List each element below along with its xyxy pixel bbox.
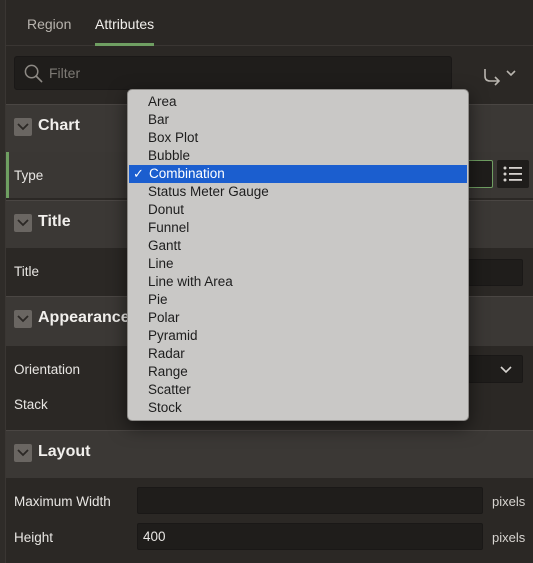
dropdown-option[interactable]: Stock: [128, 399, 468, 417]
dropdown-option-label: Radar: [148, 346, 185, 361]
list-icon: [503, 166, 522, 182]
dropdown-option[interactable]: Radar: [128, 345, 468, 363]
dropdown-option-label: Range: [148, 364, 188, 379]
layout-section-header[interactable]: Layout: [6, 430, 533, 478]
orientation-label: Orientation: [14, 362, 81, 377]
chevron-down-icon: [17, 449, 29, 457]
search-icon: [24, 64, 43, 83]
max-width-label: Maximum Width: [14, 494, 111, 509]
height-row: Height 400 pixels: [6, 520, 533, 556]
stack-label: Stack: [14, 397, 48, 412]
title-input[interactable]: [468, 259, 523, 286]
go-to-arrow-icon[interactable]: [481, 62, 521, 86]
dropdown-option-label: Funnel: [148, 220, 190, 235]
max-width-row: Maximum Width pixels: [6, 484, 533, 520]
dropdown-option-label: Combination: [149, 166, 225, 181]
title-label: Title: [14, 264, 40, 279]
dropdown-option[interactable]: Funnel: [128, 219, 468, 237]
type-list-button[interactable]: [497, 160, 529, 188]
dropdown-option-label: Line with Area: [148, 274, 233, 289]
dropdown-option[interactable]: Range: [128, 363, 468, 381]
chevron-down-icon: [500, 366, 512, 374]
dropdown-option[interactable]: Box Plot: [128, 129, 468, 147]
dropdown-option-label: Area: [148, 94, 177, 109]
height-input[interactable]: 400: [137, 523, 483, 550]
type-label: Type: [14, 168, 44, 183]
dropdown-option[interactable]: Line: [128, 255, 468, 273]
tab-region[interactable]: Region: [27, 0, 71, 46]
dropdown-option-label: Stock: [148, 400, 182, 415]
dropdown-option-label: Line: [148, 256, 174, 271]
height-suffix: pixels: [492, 530, 526, 545]
chevron-down-icon: [17, 315, 29, 323]
dropdown-option-label: Pie: [148, 292, 168, 307]
dropdown-option-label: Polar: [148, 310, 180, 325]
dropdown-option[interactable]: Pyramid: [128, 327, 468, 345]
dropdown-option-label: Gantt: [148, 238, 182, 253]
dropdown-option-label: Box Plot: [148, 130, 199, 145]
dropdown-option[interactable]: Area: [128, 93, 468, 111]
dropdown-option-label: Bubble: [148, 148, 191, 163]
dropdown-option[interactable]: Donut: [128, 201, 468, 219]
height-label: Height: [14, 530, 54, 545]
max-width-suffix: pixels: [492, 494, 526, 509]
appearance-section-title: Appearance: [38, 309, 130, 326]
chevron-down-icon: [17, 123, 29, 131]
layout-section-title: Layout: [38, 443, 91, 460]
dropdown-option[interactable]: ✓ Combination: [129, 165, 467, 183]
checkmark-icon: ✓: [133, 166, 144, 181]
chevron-down-icon: [17, 219, 29, 227]
dropdown-option-label: Bar: [148, 112, 170, 127]
filter-box[interactable]: [14, 56, 452, 90]
dropdown-option-label: Pyramid: [148, 328, 198, 343]
dropdown-option[interactable]: Gantt: [128, 237, 468, 255]
filter-input[interactable]: [49, 59, 439, 87]
max-width-input[interactable]: [137, 487, 483, 514]
appearance-collapse-button[interactable]: [14, 310, 32, 328]
dropdown-option[interactable]: Status Meter Gauge: [128, 183, 468, 201]
tab-bar: Region Attributes: [6, 0, 533, 46]
dropdown-option[interactable]: Bubble: [128, 147, 468, 165]
dropdown-option[interactable]: Polar: [128, 309, 468, 327]
layout-collapse-button[interactable]: [14, 444, 32, 462]
dropdown-option[interactable]: Line with Area: [128, 273, 468, 291]
dropdown-option-label: Status Meter Gauge: [148, 184, 269, 199]
chart-collapse-button[interactable]: [14, 118, 32, 136]
dropdown-option-label: Scatter: [148, 382, 191, 397]
tab-attributes-label: Attributes: [95, 16, 155, 32]
chart-section-title: Chart: [38, 117, 80, 134]
dropdown-option-label: Donut: [148, 202, 185, 217]
dropdown-option[interactable]: Bar: [128, 111, 468, 129]
title-collapse-button[interactable]: [14, 214, 32, 232]
dropdown-option[interactable]: Scatter: [128, 381, 468, 399]
title-section-title: Title: [38, 213, 71, 230]
tab-attributes[interactable]: Attributes: [95, 0, 155, 46]
type-dropdown-menu: Area Bar Box Plot Bubble ✓ Combination Status …: [127, 89, 469, 421]
orientation-select[interactable]: [468, 355, 523, 383]
dropdown-option[interactable]: Pie: [128, 291, 468, 309]
